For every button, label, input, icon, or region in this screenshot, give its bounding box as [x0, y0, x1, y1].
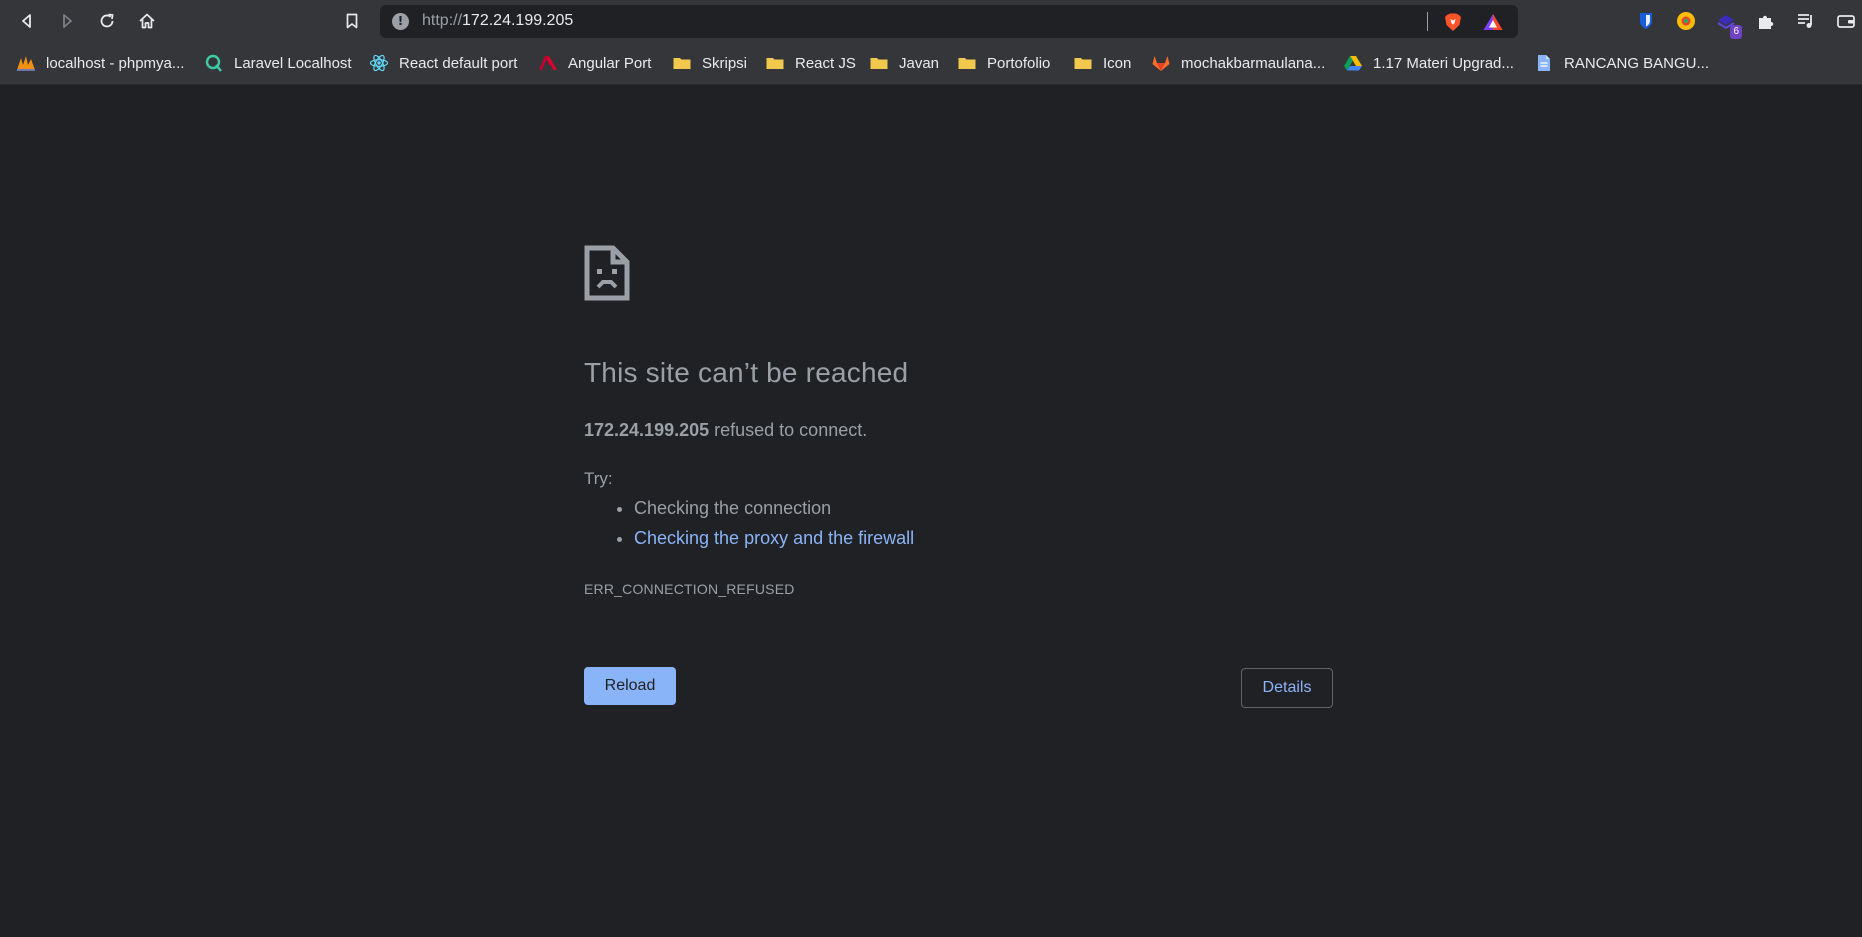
- bookmark-icon: [346, 13, 358, 29]
- error-title: This site can’t be reached: [584, 357, 909, 388]
- bookmark-item[interactable]: RANCANG BANGU...: [1534, 51, 1709, 75]
- browser-toolbar: ! http://172.24.199.205 6: [0, 0, 1862, 43]
- bookmark-item[interactable]: Laravel Localhost: [204, 51, 352, 75]
- bookmarks-bar: localhost - phpmya... Laravel Localhost …: [0, 43, 1862, 85]
- reload-button[interactable]: Reload: [584, 667, 676, 705]
- bookmark-item[interactable]: localhost - phpmya...: [16, 51, 184, 75]
- bookmark-item[interactable]: Angular Port: [538, 51, 651, 75]
- bookmark-label: Icon: [1103, 54, 1132, 72]
- bitwarden-extension-icon[interactable]: [1634, 9, 1658, 33]
- home-button[interactable]: [132, 6, 162, 36]
- chrome-style-extension-icon: [1677, 12, 1695, 30]
- address-bar[interactable]: ! http://172.24.199.205: [380, 5, 1518, 38]
- reload-toolbar-button[interactable]: [92, 6, 122, 36]
- bookmark-folder[interactable]: Skripsi: [672, 51, 747, 75]
- brave-shields-icon[interactable]: [1442, 11, 1464, 33]
- folder-icon: [957, 53, 977, 73]
- bookmark-label: Laravel Localhost: [234, 54, 352, 72]
- google-drive-icon: [1343, 53, 1363, 73]
- extension-purple-icon[interactable]: 6: [1714, 9, 1742, 39]
- media-controls-button[interactable]: [1794, 9, 1818, 33]
- bookmark-label: localhost - phpmya...: [46, 54, 185, 72]
- laravel-icon: [204, 53, 224, 73]
- bookmark-label: Angular Port: [568, 54, 652, 72]
- folder-icon: [672, 53, 692, 73]
- details-button[interactable]: Details: [1241, 668, 1333, 708]
- wallet-icon: [1837, 15, 1855, 28]
- proxy-firewall-link[interactable]: Checking the proxy and the firewall: [634, 528, 914, 548]
- bookmark-item[interactable]: 1.17 Materi Upgrad...: [1343, 51, 1514, 75]
- bookmark-folder[interactable]: Portofolio: [957, 51, 1050, 75]
- bookmark-label: Portofolio: [987, 54, 1051, 72]
- error-host: 172.24.199.205: [584, 420, 710, 440]
- bookmark-label: 1.17 Materi Upgrad...: [1373, 54, 1514, 72]
- gitlab-icon: [1151, 53, 1171, 73]
- extension-orange-icon[interactable]: [1674, 9, 1698, 33]
- playlist-icon: [1798, 14, 1812, 28]
- suggestion-item: Checking the connection: [634, 493, 914, 523]
- bookmark-folder[interactable]: Javan: [869, 51, 939, 75]
- document-icon: [1534, 53, 1554, 73]
- bookmark-label: RANCANG BANGU...: [1564, 54, 1710, 72]
- extension-badge: 6: [1730, 25, 1742, 39]
- bookmark-folder[interactable]: Icon: [1073, 51, 1131, 75]
- bookmark-label: React default port: [399, 54, 518, 72]
- back-button[interactable]: [12, 6, 42, 36]
- bookmark-label: Skripsi: [702, 54, 748, 72]
- brave-rewards-icon[interactable]: [1482, 12, 1504, 32]
- sad-page-icon: [584, 245, 630, 301]
- folder-icon: [869, 53, 889, 73]
- wallet-button[interactable]: [1834, 9, 1858, 33]
- back-icon: [22, 14, 31, 28]
- bookmark-item[interactable]: React default port: [369, 51, 517, 75]
- shield-icon: [1640, 13, 1652, 29]
- bookmark-item[interactable]: mochakbarmaulana...: [1151, 51, 1325, 75]
- angular-icon: [538, 53, 558, 73]
- bookmark-page-button[interactable]: [337, 6, 367, 36]
- suggestion-item: Checking the proxy and the firewall: [634, 523, 914, 553]
- error-message: 172.24.199.205 refused to connect.: [584, 420, 867, 441]
- puzzle-icon: [1759, 15, 1774, 29]
- refresh-icon: [100, 13, 114, 28]
- url-text[interactable]: http://172.24.199.205: [422, 12, 573, 30]
- home-icon: [139, 13, 155, 29]
- folder-icon: [765, 53, 785, 73]
- phpmyadmin-icon: [16, 53, 36, 73]
- react-icon: [369, 53, 389, 73]
- error-code: ERR_CONNECTION_REFUSED: [584, 581, 795, 597]
- forward-icon: [63, 14, 72, 28]
- address-bar-divider: [1427, 12, 1428, 31]
- error-message-suffix: refused to connect.: [709, 420, 868, 440]
- site-info-icon[interactable]: !: [392, 13, 409, 30]
- bookmark-label: mochakbarmaulana...: [1181, 54, 1326, 72]
- folder-icon: [1073, 53, 1093, 73]
- bookmark-label: Javan: [899, 54, 940, 72]
- extensions-button[interactable]: [1754, 9, 1778, 33]
- suggestions-list: Checking the connection Checking the pro…: [584, 493, 914, 553]
- bookmark-label: React JS: [795, 54, 856, 72]
- bookmark-folder[interactable]: React JS: [765, 51, 856, 75]
- forward-button[interactable]: [52, 6, 82, 36]
- try-label: Try:: [584, 469, 613, 488]
